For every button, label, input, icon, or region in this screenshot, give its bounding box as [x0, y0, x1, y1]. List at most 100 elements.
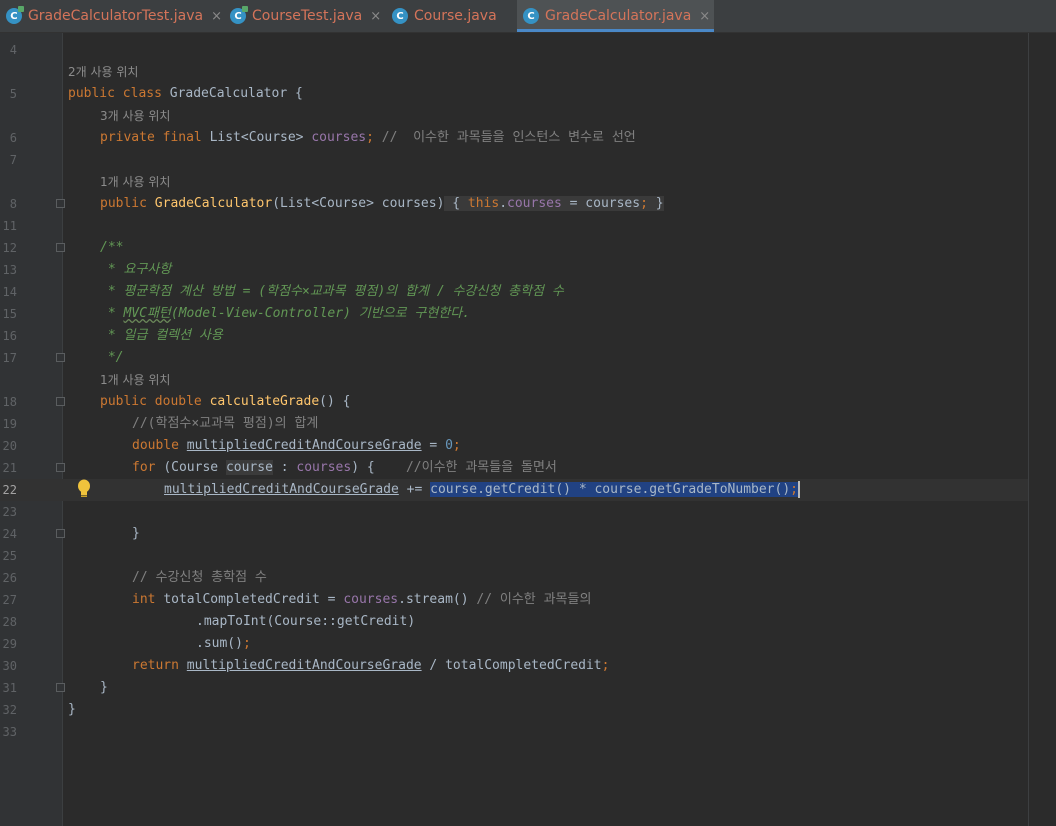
line-number: 12 — [2, 241, 17, 255]
doc-comment: (Model-View-Controller) 기반으로 구현한다. — [170, 306, 471, 321]
editor-tab-bar: C GradeCalculatorTest.java × C CourseTes… — [0, 0, 1056, 33]
code-line: 18 public double calculateGrade() { — [0, 391, 1028, 413]
semicolon: ; — [790, 482, 798, 497]
fold-icon[interactable] — [56, 683, 65, 692]
fold-icon[interactable] — [56, 353, 65, 362]
class-name: GradeCalculator { — [169, 86, 303, 101]
code-line: 8 public GradeCalculator(List<Course> co… — [0, 193, 1028, 215]
params: (List<Course> courses) — [272, 196, 445, 211]
code-text: (Course — [163, 460, 226, 475]
code-line: 26 // 수강신청 총학점 수 — [0, 567, 1028, 589]
line-number: 25 — [2, 549, 17, 563]
line-number: 14 — [2, 285, 17, 299]
current-code-line: 22 multipliedCreditAndCourseGrade += cou… — [0, 479, 1028, 501]
code-line: 24 } — [0, 523, 1028, 545]
line-number: 17 — [2, 351, 17, 365]
code-line: 31 } — [0, 677, 1028, 699]
tab-grade-calculator-test[interactable]: C GradeCalculatorTest.java × — [0, 0, 222, 32]
close-icon[interactable]: × — [370, 9, 381, 24]
line-number: 33 — [2, 725, 17, 739]
tab-label: CourseTest.java — [252, 8, 363, 24]
doc-comment: * 요구사항 — [100, 262, 172, 277]
code-line: 28 .mapToInt(Course::getCredit) — [0, 611, 1028, 633]
tab-label: Course.java — [414, 8, 497, 24]
semicolon: ; — [640, 196, 648, 211]
code-line: 12 /** — [0, 237, 1028, 259]
keyword: return — [132, 658, 187, 673]
operator: = — [421, 438, 446, 453]
line-number: 30 — [2, 659, 17, 673]
code-line: 20 double multipliedCreditAndCourseGrade… — [0, 435, 1028, 457]
code-line: 21 for (Course course : courses) { //이수한… — [0, 457, 1028, 479]
field: courses — [507, 196, 562, 211]
usage-hint[interactable]: 1개 사용 위치 — [100, 171, 170, 193]
typo-word: MVC패턴 — [123, 306, 171, 321]
tab-grade-calculator[interactable]: C GradeCalculator.java × — [517, 0, 714, 32]
line-number: 6 — [9, 131, 17, 145]
code-text: / totalCompletedCredit — [421, 658, 602, 673]
class-icon: C — [392, 8, 408, 24]
comment: //이수한 과목들을 돌면서 — [374, 460, 557, 475]
line-number: 19 — [2, 417, 17, 431]
keyword: for — [132, 460, 164, 475]
fold-icon[interactable] — [56, 243, 65, 252]
code-line: 14 * 평균학점 계산 방법 = (학점수×교과목 평점)의 합계 / 수강신… — [0, 281, 1028, 303]
code-text: .stream() — [398, 592, 477, 607]
usage-hint[interactable]: 2개 사용 위치 — [68, 61, 138, 83]
fold-icon[interactable] — [56, 463, 65, 472]
line-number: 27 — [2, 593, 17, 607]
tab-label: GradeCalculatorTest.java — [27, 8, 204, 24]
doc-comment: /** — [100, 240, 124, 255]
line-number: 15 — [2, 307, 17, 321]
variable: multipliedCreditAndCourseGrade — [164, 482, 399, 497]
fold-icon[interactable] — [56, 529, 65, 538]
doc-comment: * 일급 컬렉션 사용 — [100, 328, 223, 343]
close-icon[interactable]: × — [699, 9, 710, 24]
line-number: 23 — [2, 505, 17, 519]
code-line: 4 — [0, 39, 1028, 61]
type: List<Course> — [209, 130, 312, 145]
fold-icon[interactable] — [56, 397, 65, 406]
doc-comment: */ — [100, 350, 124, 365]
code-line: 32 } — [0, 699, 1028, 721]
usage-hint[interactable]: 1개 사용 위치 — [100, 369, 170, 391]
semicolon: ; — [452, 438, 461, 453]
keyword: public class — [68, 86, 170, 101]
test-class-icon: C — [230, 6, 248, 24]
semicolon: ; — [242, 636, 251, 651]
brace: } — [68, 702, 76, 717]
line-number: 4 — [9, 43, 17, 57]
line-number: 5 — [9, 87, 17, 101]
field: courses — [343, 592, 399, 607]
doc-comment: * — [100, 306, 124, 321]
dot: . — [499, 196, 508, 211]
semicolon: ; — [601, 658, 610, 673]
brace: } — [132, 526, 140, 541]
code-line: 11 — [0, 215, 1028, 237]
code-line: 30 return multipliedCreditAndCourseGrade… — [0, 655, 1028, 677]
line-number: 16 — [2, 329, 17, 343]
code-text: .sum() — [196, 636, 243, 651]
line-number: 21 — [2, 461, 17, 475]
keyword: public double — [100, 394, 210, 409]
line-number: 8 — [9, 197, 17, 211]
folded-brace: } — [647, 196, 664, 211]
method-name: GradeCalculator — [154, 196, 273, 211]
close-icon[interactable]: × — [211, 9, 222, 24]
fold-icon[interactable] — [56, 199, 65, 208]
method-name: calculateGrade — [209, 394, 320, 409]
brace: } — [100, 680, 108, 695]
selected-text: course.getCredit() * course.getGradeToNu… — [430, 482, 791, 497]
line-number: 7 — [9, 153, 17, 167]
line-number: 32 — [2, 703, 17, 717]
right-margin-guide — [1028, 33, 1029, 826]
keyword: private final — [100, 130, 210, 145]
tab-course-test[interactable]: C CourseTest.java × — [224, 0, 384, 32]
lightbulb-icon[interactable] — [76, 479, 92, 499]
test-class-icon: C — [6, 6, 24, 24]
usage-hint[interactable]: 3개 사용 위치 — [100, 105, 170, 127]
tab-course[interactable]: C Course.java — [386, 0, 514, 32]
line-number: 24 — [2, 527, 17, 541]
number: 0 — [445, 438, 453, 453]
code-text: .mapToInt(Course::getCredit) — [196, 614, 416, 629]
